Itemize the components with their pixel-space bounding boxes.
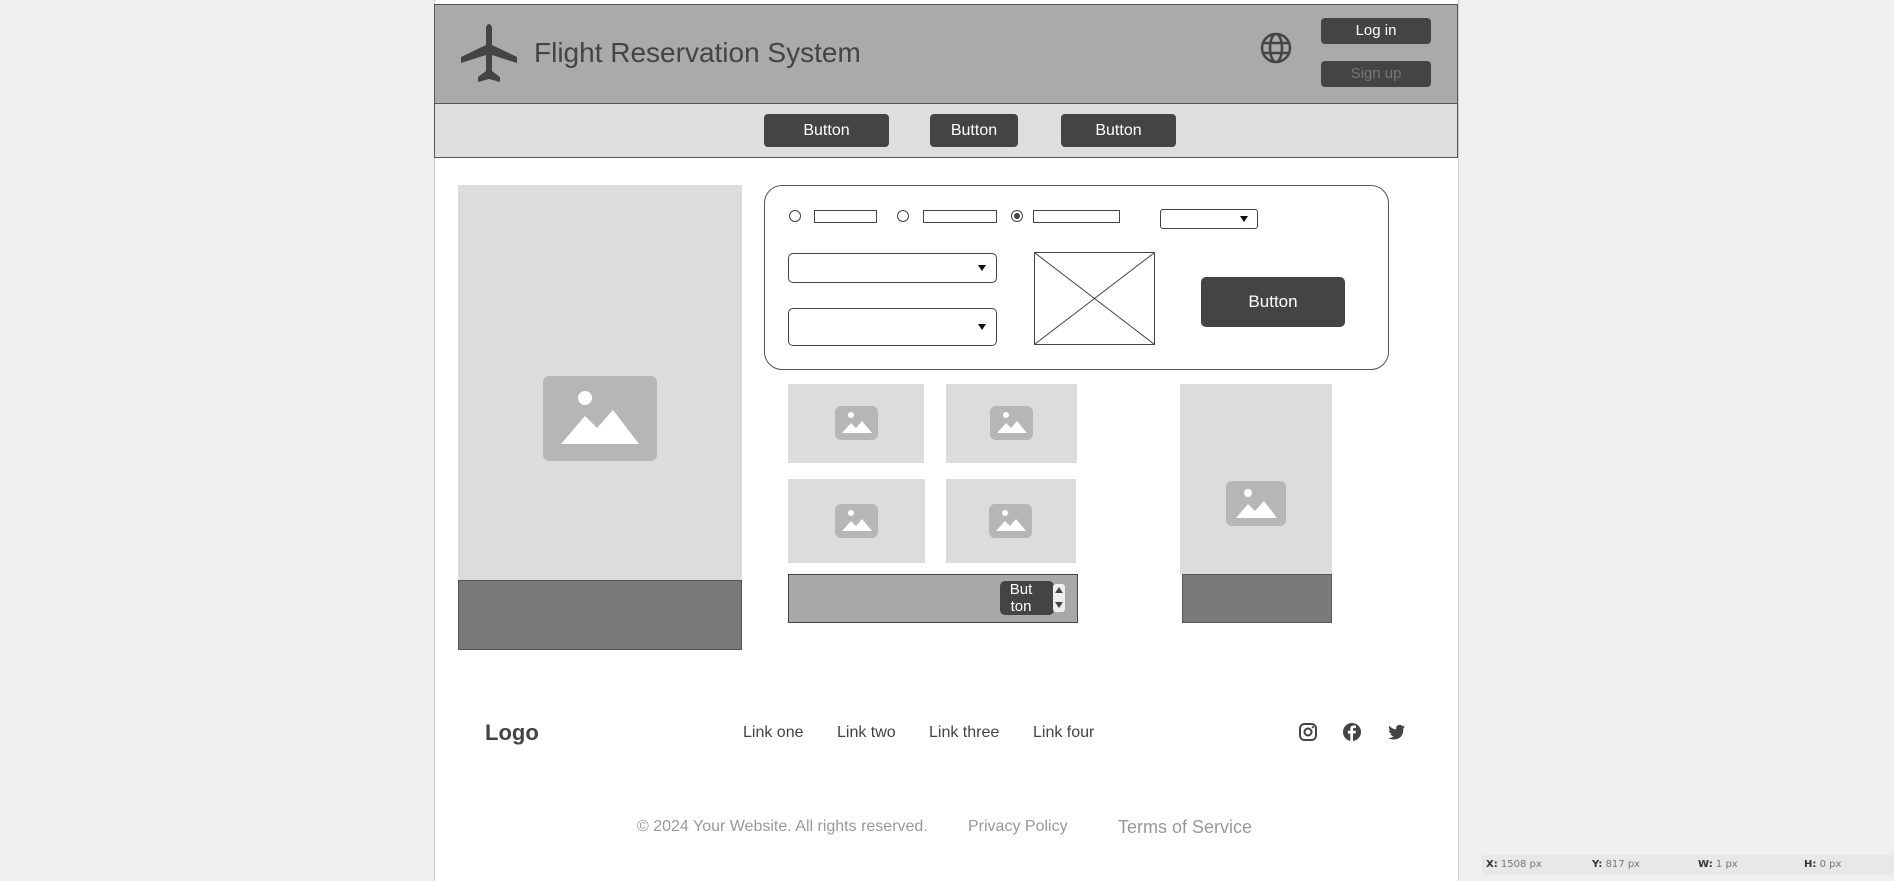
footer-link-three[interactable]: Link three xyxy=(929,724,999,742)
site-header: Flight Reservation System Log in Sign up xyxy=(434,4,1458,104)
thumbnail-1[interactable] xyxy=(788,384,924,463)
image-icon xyxy=(990,406,1033,440)
radio-option-1[interactable] xyxy=(789,210,801,222)
footer-link-one[interactable]: Link one xyxy=(743,724,804,742)
globe-icon[interactable] xyxy=(1259,31,1293,65)
image-icon xyxy=(835,504,878,538)
radio-option-3[interactable] xyxy=(1011,210,1023,222)
stepper-button[interactable]: But ton xyxy=(1000,581,1065,615)
footer-link-two[interactable]: Link two xyxy=(837,724,896,742)
hero-image xyxy=(458,185,742,581)
radio-option-2[interactable] xyxy=(897,210,909,222)
thumbnail-4[interactable] xyxy=(946,479,1076,563)
instagram-icon[interactable] xyxy=(1298,722,1318,742)
side-caption-bar xyxy=(1182,574,1332,623)
privacy-policy-link[interactable]: Privacy Policy xyxy=(968,818,1068,836)
status-h: H: 0 px xyxy=(1804,859,1842,870)
copyright-text: © 2024 Your Website. All rights reserved… xyxy=(637,818,928,835)
arrow-up-icon[interactable] xyxy=(1055,587,1063,593)
chevron-down-icon xyxy=(978,324,986,330)
side-image xyxy=(1180,384,1332,574)
nav-button-1[interactable]: Button xyxy=(764,114,889,147)
stepper-label-1: But xyxy=(1009,581,1033,598)
coordinate-status-bar: X: 1508 px Y: 817 px W: 1 px H: 0 px xyxy=(1482,855,1894,875)
signup-button[interactable]: Sign up xyxy=(1321,61,1431,87)
image-icon xyxy=(1226,481,1286,526)
thumbnail-2[interactable] xyxy=(946,384,1077,463)
arrow-down-icon[interactable] xyxy=(1055,602,1063,608)
origin-dropdown[interactable] xyxy=(788,253,997,283)
small-dropdown[interactable] xyxy=(1160,209,1258,229)
image-icon xyxy=(989,504,1032,538)
chevron-down-icon xyxy=(1240,216,1248,222)
status-w: W: 1 px xyxy=(1698,859,1738,870)
footer-logo[interactable]: Logo xyxy=(485,720,539,746)
twitter-icon[interactable] xyxy=(1386,722,1406,742)
nav-button-3[interactable]: Button xyxy=(1061,114,1176,147)
status-x: X: 1508 px xyxy=(1486,859,1542,870)
terms-of-service-link[interactable]: Terms of Service xyxy=(1118,817,1252,838)
radio-label-3 xyxy=(1033,210,1120,223)
facebook-icon[interactable] xyxy=(1342,722,1362,742)
gallery-bar: But ton xyxy=(788,574,1078,623)
image-icon xyxy=(835,406,878,440)
footer-link-four[interactable]: Link four xyxy=(1033,724,1094,742)
status-y: Y: 817 px xyxy=(1592,859,1641,870)
airplane-icon xyxy=(461,24,517,82)
radio-label-2 xyxy=(923,210,997,223)
image-icon xyxy=(543,376,657,461)
destination-dropdown[interactable] xyxy=(788,308,997,346)
hero-caption-bar xyxy=(458,580,742,650)
stepper-label-2: ton xyxy=(1010,598,1032,615)
thumbnail-3[interactable] xyxy=(788,479,925,563)
search-form: Button xyxy=(764,185,1389,370)
login-button[interactable]: Log in xyxy=(1321,18,1431,44)
image-placeholder xyxy=(1034,252,1155,345)
page-title: Flight Reservation System xyxy=(534,37,861,68)
nav-bar: Button Button Button xyxy=(434,103,1458,158)
radio-label-1 xyxy=(814,210,877,223)
nav-button-2[interactable]: Button xyxy=(930,114,1018,147)
search-button[interactable]: Button xyxy=(1201,277,1345,327)
spinner-control[interactable] xyxy=(1053,584,1065,612)
chevron-down-icon xyxy=(978,265,986,271)
